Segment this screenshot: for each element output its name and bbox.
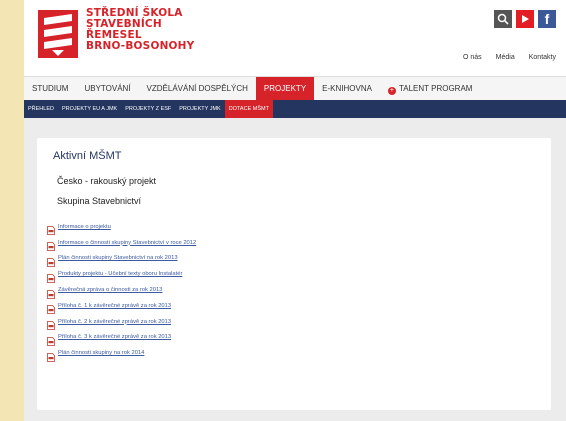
subnav-dotace-msmt[interactable]: DOTACE MŠMT xyxy=(224,100,273,118)
subnav-prehled[interactable]: PŘEHLED xyxy=(24,100,58,118)
site-header: STŘEDNÍ ŠKOLA STAVEBNÍCH ŘEMESEL BRNO-BO… xyxy=(24,0,566,76)
nav-ubytovani[interactable]: UBYTOVÁNÍ xyxy=(76,77,138,101)
main-nav: STUDIUM UBYTOVÁNÍ VZDĚLÁVÁNÍ DOSPĚLÝCH P… xyxy=(24,76,566,101)
page-title: Aktivní MŠMT xyxy=(53,150,122,162)
nav-studium[interactable]: STUDIUM xyxy=(24,77,76,101)
document-link[interactable]: Příloha č. 1 k závěrečné zprávě za rok 2… xyxy=(58,303,171,309)
group-subtitle: Skupina Stavebnictví xyxy=(57,196,142,206)
list-item: Plán činnosti skupiny na rok 2014 xyxy=(47,345,196,362)
nav-talent-program-label: TALENT PROGRAM xyxy=(398,84,473,93)
pdf-icon xyxy=(47,270,55,283)
document-link[interactable]: Informace o projektu xyxy=(58,224,111,230)
list-item: Produkty projektu - Učební texty oboru I… xyxy=(47,266,196,283)
nav-projekty[interactable]: PROJEKTY xyxy=(255,77,315,101)
list-item: Příloha č. 3 k závěrečné zprávě za rok 2… xyxy=(47,330,196,346)
link-o-nas[interactable]: O nás xyxy=(463,54,482,61)
page: STŘEDNÍ ŠKOLA STAVEBNÍCH ŘEMESEL BRNO-BO… xyxy=(24,0,566,421)
pdf-icon xyxy=(47,333,55,346)
top-links: O nás Média Kontakty xyxy=(463,54,556,61)
pdf-icon xyxy=(47,222,55,236)
list-item: Plán činnosti skupiny Stavebnictví na ro… xyxy=(47,251,196,267)
subnav-projekty-jmk[interactable]: PROJEKTY JMK xyxy=(175,100,224,118)
facebook-icon[interactable]: f xyxy=(538,10,556,28)
pdf-icon xyxy=(47,238,55,252)
pdf-icon xyxy=(47,301,55,315)
pdf-icon xyxy=(47,349,55,362)
document-link[interactable]: Závěrečná zpráva o činnosti za rok 2013 xyxy=(58,287,162,293)
nav-talent-program[interactable]: + TALENT PROGRAM xyxy=(380,77,481,101)
list-item: Příloha č. 1 k závěrečné zprávě za rok 2… xyxy=(47,298,196,315)
list-item: Příloha č. 2 k závěrečné zprávě za rok 2… xyxy=(47,314,196,331)
project-subtitle: Česko - rakouský projekt xyxy=(57,176,157,186)
school-name-line-4: BRNO-BOSONOHY xyxy=(86,40,195,52)
subnav-projekty-z-esf[interactable]: PROJEKTY Z ESF xyxy=(121,100,175,118)
list-item: Informace o projektu xyxy=(47,219,196,236)
list-item: Informace o činnosti skupiny Stavebnictv… xyxy=(47,235,196,252)
pdf-icon xyxy=(47,286,55,299)
youtube-icon[interactable] xyxy=(516,10,534,28)
document-link[interactable]: Produkty projektu - Učební texty oboru I… xyxy=(58,271,182,277)
search-icon[interactable] xyxy=(494,10,512,28)
nav-e-knihovna[interactable]: E-KNIHOVNA xyxy=(314,77,380,101)
school-name[interactable]: STŘEDNÍ ŠKOLA STAVEBNÍCH ŘEMESEL BRNO-BO… xyxy=(86,8,194,52)
document-link[interactable]: Příloha č. 3 k závěrečné zprávě za rok 2… xyxy=(58,334,171,340)
pdf-icon xyxy=(47,254,55,267)
document-list: Informace o projektu Informace o činnost… xyxy=(47,219,196,362)
school-logo-icon[interactable] xyxy=(38,10,78,58)
document-link[interactable]: Plán činnosti skupiny na rok 2014 xyxy=(58,350,144,356)
link-media[interactable]: Média xyxy=(496,54,515,61)
document-link[interactable]: Informace o činnosti skupiny Stavebnictv… xyxy=(58,240,196,246)
document-link[interactable]: Plán činnosti skupiny Stavebnictví na ro… xyxy=(58,255,178,261)
subnav-projekty-eu-a-jmk[interactable]: PROJEKTY EU A JMK xyxy=(58,100,121,118)
social-icons: f xyxy=(494,10,556,28)
content-panel: Aktivní MŠMT Česko - rakouský projekt Sk… xyxy=(37,138,551,410)
document-link[interactable]: Příloha č. 2 k závěrečné zprávě za rok 2… xyxy=(58,319,171,325)
pdf-icon xyxy=(47,317,55,331)
plus-icon: + xyxy=(387,87,396,95)
link-kontakty[interactable]: Kontakty xyxy=(529,54,556,61)
list-item: Závěrečná zpráva o činnosti za rok 2013 xyxy=(47,282,196,299)
nav-vzdelavani-dospelych[interactable]: VZDĚLÁVÁNÍ DOSPĚLÝCH xyxy=(139,77,256,101)
sub-nav: PŘEHLED PROJEKTY EU A JMK PROJEKTY Z ESF… xyxy=(24,100,566,118)
